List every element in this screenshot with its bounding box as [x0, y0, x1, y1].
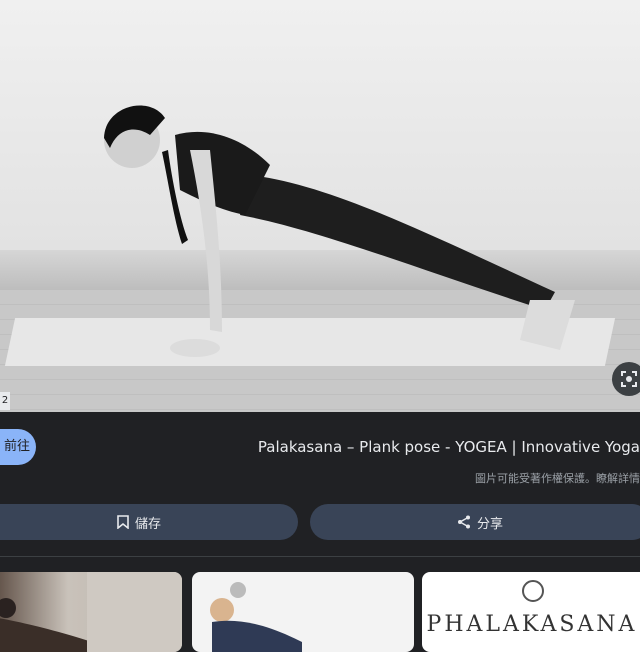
hero-image[interactable]: 2: [0, 0, 640, 412]
bookmark-icon: [117, 515, 129, 529]
share-label: 分享: [476, 516, 503, 532]
result-title[interactable]: Palakasana – Plank pose - YOGEA | Innova…: [258, 436, 640, 458]
thumbnail-photo: [210, 582, 302, 652]
lens-icon: [621, 371, 637, 387]
related-thumbnail[interactable]: [0, 572, 182, 652]
thumbnail-photo: [0, 572, 182, 652]
save-label: 儲存: [134, 516, 161, 532]
mandala-logo-icon: [522, 580, 544, 602]
copyright-notice: 圖片可能受著作權保護。瞭解詳情: [470, 470, 640, 488]
visit-button[interactable]: 前往: [0, 429, 36, 465]
share-icon: [457, 515, 470, 529]
save-button[interactable]: 儲存: [0, 504, 298, 540]
copyright-notice-text[interactable]: 圖片可能受著作權保護。瞭解詳情: [475, 470, 640, 488]
related-thumbnail[interactable]: [192, 572, 414, 652]
lens-button[interactable]: [612, 362, 640, 396]
result-title-container: Palakasana – Plank pose - YOGEA | Innova…: [250, 436, 640, 458]
related-thumbnail[interactable]: PHALAKASANA: [422, 572, 640, 652]
hero-badge: 2: [0, 392, 10, 410]
thumbnail-caption: PHALAKASANA: [426, 612, 638, 637]
section-divider: [0, 556, 640, 557]
share-button[interactable]: 分享: [310, 504, 640, 540]
plank-figure: [104, 105, 575, 357]
